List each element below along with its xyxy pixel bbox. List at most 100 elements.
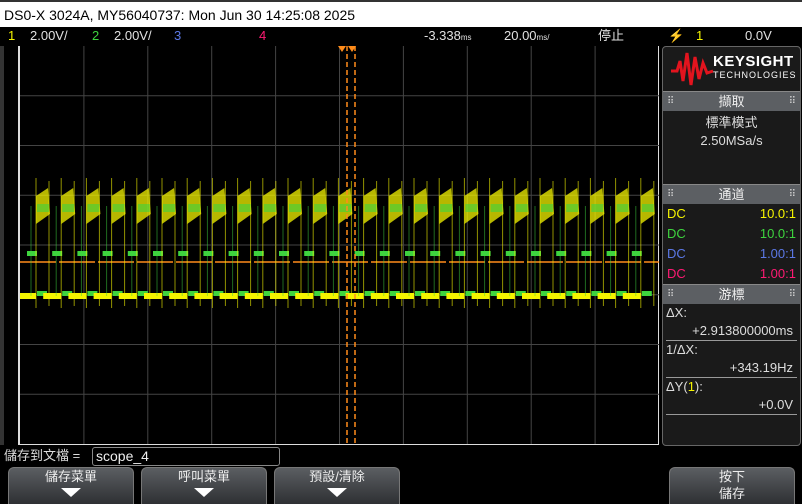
inverse-delta-x-label: 1/ΔX: [666, 342, 698, 357]
ch2-high [87, 204, 100, 212]
delta-x-label: ΔX: [666, 305, 687, 320]
ch2-high [490, 204, 503, 212]
label: 按下 [718, 469, 745, 484]
timebase-scale[interactable]: 20.00ms/ [504, 27, 549, 46]
trigger-source[interactable]: 1 [696, 27, 703, 44]
channel-row-4: DC 1.00:1 [663, 264, 800, 284]
ch2-high [137, 204, 150, 212]
ch1-low [244, 293, 263, 299]
ch2-high [541, 204, 553, 212]
keysight-logo: KEYSIGHT TECHNOLOGIES [663, 47, 800, 91]
acquire-mode: 標準模式 [705, 115, 758, 130]
channel-header[interactable]: 通道 [663, 184, 800, 205]
ch1-number[interactable]: 1 [8, 27, 15, 44]
press-to-save-button[interactable]: 按下 儲存 [669, 467, 795, 504]
ch1-low [446, 293, 465, 299]
ch1-low [295, 293, 314, 299]
arrow-down-icon [194, 488, 214, 497]
ch1-low [597, 293, 616, 299]
trigger-level[interactable]: 0.0V [745, 27, 772, 44]
probe: 10.0:1 [759, 206, 796, 221]
ch2-high [515, 204, 528, 212]
timebase-value: 20.00 [504, 28, 537, 43]
coupling: DC [667, 246, 686, 261]
filename-field[interactable]: scope_4 [92, 447, 280, 466]
dy-channel: 1 [687, 379, 695, 394]
channel-row-2: DC 10.0:1 [663, 224, 800, 244]
ch1-low [118, 293, 137, 299]
ch2-number[interactable]: 2 [92, 27, 99, 44]
label: 儲存菜單 [44, 469, 97, 484]
ch2-high [213, 204, 226, 212]
delay-value: -3.338 [424, 28, 461, 43]
save-menu-button[interactable]: 儲存菜單 [8, 467, 134, 504]
timebase-unit: ms/ [536, 33, 550, 42]
ch2-high [62, 204, 75, 212]
ch2-high [253, 251, 264, 256]
brand-name: KEYSIGHT [713, 53, 794, 70]
ch1-low [144, 293, 162, 299]
coupling: DC [667, 206, 686, 221]
ch1-low [622, 293, 641, 299]
acquire-header[interactable]: 擷取 [663, 91, 800, 112]
channel-row-1: DC 10.0:1 [663, 204, 800, 224]
delta-y-label: ΔY(1): [663, 378, 800, 396]
ch2-high [188, 204, 201, 212]
ch1-low [194, 293, 213, 299]
horizontal-delay[interactable]: -3.338ms [424, 27, 472, 46]
ch1-low [43, 293, 62, 299]
ch1-scale[interactable]: 2.00V/ [30, 27, 68, 44]
ch1-low [320, 293, 339, 299]
ch1-low [471, 293, 490, 299]
ch2-high [238, 204, 251, 212]
ch2-high [339, 204, 352, 212]
ch2-scale[interactable]: 2.00V/ [114, 27, 152, 44]
delta-y-value: +0.0V [666, 396, 797, 415]
save-to-file-label: 儲存到文檔 = [4, 448, 81, 463]
ch2-high [364, 204, 377, 212]
ch1-low [522, 293, 540, 299]
waveform-display[interactable] [18, 46, 659, 445]
left-strip [0, 46, 4, 445]
channel-row-3: DC 1.00:1 [663, 244, 800, 264]
ch1-low [572, 293, 591, 299]
window-title: DS0-X 3024A, MY56040737: Mon Jun 30 14:2… [0, 0, 802, 27]
label: 呼叫菜單 [177, 469, 230, 484]
ch2-high [440, 204, 453, 212]
ch4-number[interactable]: 4 [259, 27, 266, 44]
ch1-low [370, 293, 389, 299]
run-status[interactable]: 停止 [598, 27, 624, 44]
ch2-high [163, 204, 175, 212]
default-erase-button[interactable]: 預設/清除 [274, 467, 400, 504]
ch2-high [641, 204, 654, 212]
ch2-high [289, 204, 301, 212]
arrow-down-icon [61, 488, 81, 497]
coupling: DC [667, 226, 686, 241]
ch2-high [591, 204, 604, 212]
ch2-high [566, 204, 579, 212]
trigger-edge-icon: ⚡ [668, 28, 685, 43]
ch1-low [396, 293, 414, 299]
ch1-low [421, 293, 440, 299]
probe: 1.00:1 [759, 266, 796, 281]
inverse-delta-x-value: +343.19Hz [666, 359, 797, 378]
ch1-low [496, 293, 515, 299]
arrow-down-icon [327, 488, 347, 497]
ch2-high [37, 204, 49, 212]
ch1-low [68, 293, 87, 299]
dy-pre: ΔY( [666, 379, 688, 394]
brand-sub: TECHNOLOGIES [713, 70, 797, 80]
cursors-header[interactable]: 游標 [663, 284, 800, 305]
ch1-low [219, 293, 238, 299]
coupling: DC [667, 266, 686, 281]
ch1-low [270, 293, 288, 299]
ch3-number[interactable]: 3 [174, 27, 181, 44]
keysight-wave-icon [671, 52, 714, 86]
ch1-low [547, 293, 566, 299]
label: 預設/清除 [309, 469, 365, 484]
ch2-low [641, 291, 652, 296]
sample-rate: 2.50MSa/s [700, 133, 763, 148]
delta-x-value: +2.913800000ms [666, 322, 797, 341]
recall-menu-button[interactable]: 呼叫菜單 [141, 467, 267, 504]
probe: 10.0:1 [759, 226, 796, 241]
